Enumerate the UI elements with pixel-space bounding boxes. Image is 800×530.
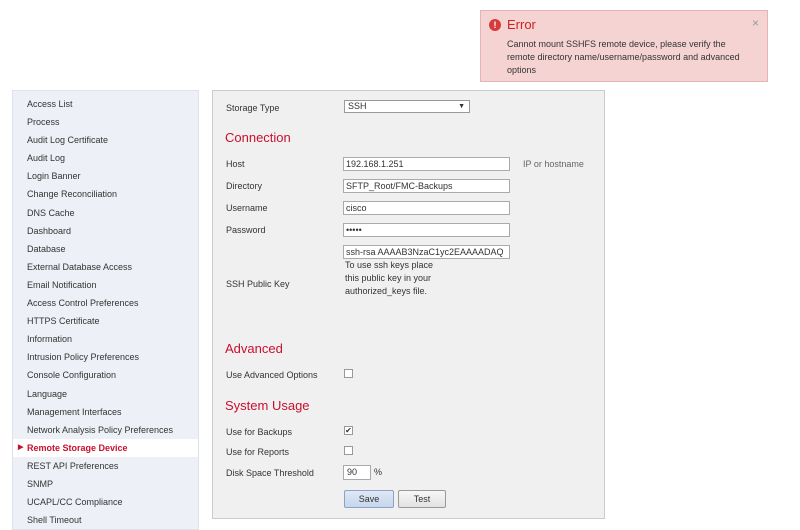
- sidebar-item-label: Database: [27, 243, 66, 254]
- sidebar-item[interactable]: Network Analysis Policy Preferences: [13, 421, 198, 439]
- sidebar-item-label: DNS Cache: [27, 207, 75, 218]
- sidebar-item[interactable]: HTTPS Certificate: [13, 312, 198, 330]
- sidebar-item[interactable]: Email Notification: [13, 276, 198, 294]
- sidebar-item-label: Intrusion Policy Preferences: [27, 352, 140, 363]
- password-input[interactable]: •••••: [343, 223, 510, 237]
- sidebar-item[interactable]: Information: [13, 330, 198, 348]
- sidebar: Access List Process Audit Log Certificate A…: [12, 90, 199, 530]
- sidebar-item-label: Audit Log: [27, 153, 66, 164]
- storage-type-label: Storage Type: [226, 103, 280, 113]
- sidebar-item-label: Dashboard: [27, 225, 72, 236]
- sidebar-item-label: Network Analysis Policy Preferences: [27, 424, 174, 435]
- sidebar-item[interactable]: Audit Log Certificate: [13, 131, 198, 149]
- host-input[interactable]: 192.168.1.251: [343, 157, 510, 171]
- sidebar-item[interactable]: SNMP: [13, 475, 198, 493]
- chevron-down-icon: ▼: [458, 103, 465, 110]
- sidebar-item[interactable]: Access List: [13, 95, 198, 113]
- sidebar-item-label: Process: [27, 117, 60, 128]
- storage-type-value: SSH: [348, 101, 367, 111]
- sidebar-item[interactable]: UCAPL/CC Compliance: [13, 493, 198, 511]
- sidebar-item[interactable]: DNS Cache: [13, 204, 198, 222]
- sidebar-item[interactable]: Dashboard: [13, 222, 198, 240]
- sidebar-item[interactable]: Database: [13, 240, 198, 258]
- sidebar-item-label: Change Reconciliation: [27, 189, 118, 200]
- test-button[interactable]: Test: [398, 490, 446, 508]
- close-icon[interactable]: ×: [752, 16, 759, 30]
- sidebar-item-label: Access List: [27, 99, 73, 109]
- directory-label: Directory: [226, 181, 263, 191]
- save-button[interactable]: Save: [344, 490, 394, 508]
- system-usage-heading: System Usage: [225, 398, 310, 413]
- sidebar-item-label: Access Control Preferences: [27, 298, 139, 309]
- host-hint: IP or hostname: [523, 159, 584, 169]
- disk-threshold-input[interactable]: 90: [343, 465, 371, 480]
- sidebar-item-label: SNMP: [27, 478, 54, 489]
- ssh-public-key-input[interactable]: ssh-rsa AAAAB3NzaC1yc2EAAAADAQ: [343, 245, 510, 259]
- use-backups-checkbox[interactable]: ✔: [344, 426, 353, 435]
- sidebar-item[interactable]: ▶ Remote Storage Device: [13, 438, 198, 457]
- sidebar-item[interactable]: Login Banner: [13, 167, 198, 185]
- sidebar-item-label: Email Notification: [27, 279, 97, 290]
- sidebar-item[interactable]: Intrusion Policy Preferences: [13, 348, 198, 366]
- use-reports-checkbox[interactable]: [344, 446, 353, 455]
- sidebar-item-label: Login Banner: [27, 171, 81, 182]
- sidebar-item[interactable]: Audit Log: [13, 149, 198, 167]
- advanced-heading: Advanced: [225, 341, 283, 356]
- sidebar-item[interactable]: Language: [13, 385, 198, 403]
- storage-type-select[interactable]: SSH ▼: [344, 100, 470, 113]
- sidebar-item[interactable]: Console Configuration: [13, 366, 198, 384]
- username-input[interactable]: cisco: [343, 201, 510, 215]
- connection-heading: Connection: [225, 130, 291, 145]
- sidebar-item[interactable]: Shell Timeout: [13, 511, 198, 529]
- sidebar-item-label: Language: [27, 388, 68, 399]
- sidebar-item-label: Audit Log Certificate: [27, 135, 109, 146]
- remote-storage-panel: Storage Type SSH ▼ Connection Host 192.1…: [212, 90, 605, 519]
- sidebar-item[interactable]: External Database Access: [13, 258, 198, 276]
- active-arrow-icon: ▶: [18, 443, 24, 451]
- error-icon: !: [489, 19, 501, 31]
- sidebar-item-label: UCAPL/CC Compliance: [27, 497, 123, 508]
- percent-unit: %: [374, 467, 383, 477]
- sidebar-item-label: Console Configuration: [27, 370, 117, 381]
- error-toast: ! Error × Cannot mount SSHFS remote devi…: [480, 10, 768, 82]
- sidebar-item[interactable]: Process: [13, 113, 198, 131]
- ssh-key-help: To use ssh keys place this public key in…: [345, 260, 434, 296]
- use-backups-label: Use for Backups: [226, 427, 293, 437]
- password-label: Password: [226, 225, 266, 235]
- sidebar-item-label: REST API Preferences: [27, 460, 119, 471]
- sidebar-item-label: HTTPS Certificate: [27, 316, 100, 327]
- host-label: Host: [226, 159, 245, 169]
- sidebar-item[interactable]: Access Control Preferences: [13, 294, 198, 312]
- sidebar-item[interactable]: Management Interfaces: [13, 403, 198, 421]
- sidebar-item-label: Information: [27, 334, 73, 345]
- username-label: Username: [226, 203, 268, 213]
- use-reports-label: Use for Reports: [226, 447, 290, 457]
- error-message: Cannot mount SSHFS remote device, please…: [507, 39, 740, 75]
- sidebar-item[interactable]: REST API Preferences: [13, 457, 198, 475]
- error-title: Error: [507, 17, 536, 32]
- directory-input[interactable]: SFTP_Root/FMC-Backups: [343, 179, 510, 193]
- ssh-public-key-label: SSH Public Key: [226, 279, 290, 289]
- sidebar-item-label: External Database Access: [27, 261, 133, 272]
- sidebar-item-label: Shell Timeout: [27, 515, 82, 526]
- use-advanced-label: Use Advanced Options: [226, 370, 318, 380]
- disk-threshold-label: Disk Space Threshold: [226, 468, 314, 478]
- use-advanced-checkbox[interactable]: [344, 369, 353, 378]
- sidebar-item-label: Management Interfaces: [27, 406, 122, 417]
- sidebar-item-label: Remote Storage Device: [27, 442, 128, 453]
- sidebar-item[interactable]: Change Reconciliation: [13, 185, 198, 203]
